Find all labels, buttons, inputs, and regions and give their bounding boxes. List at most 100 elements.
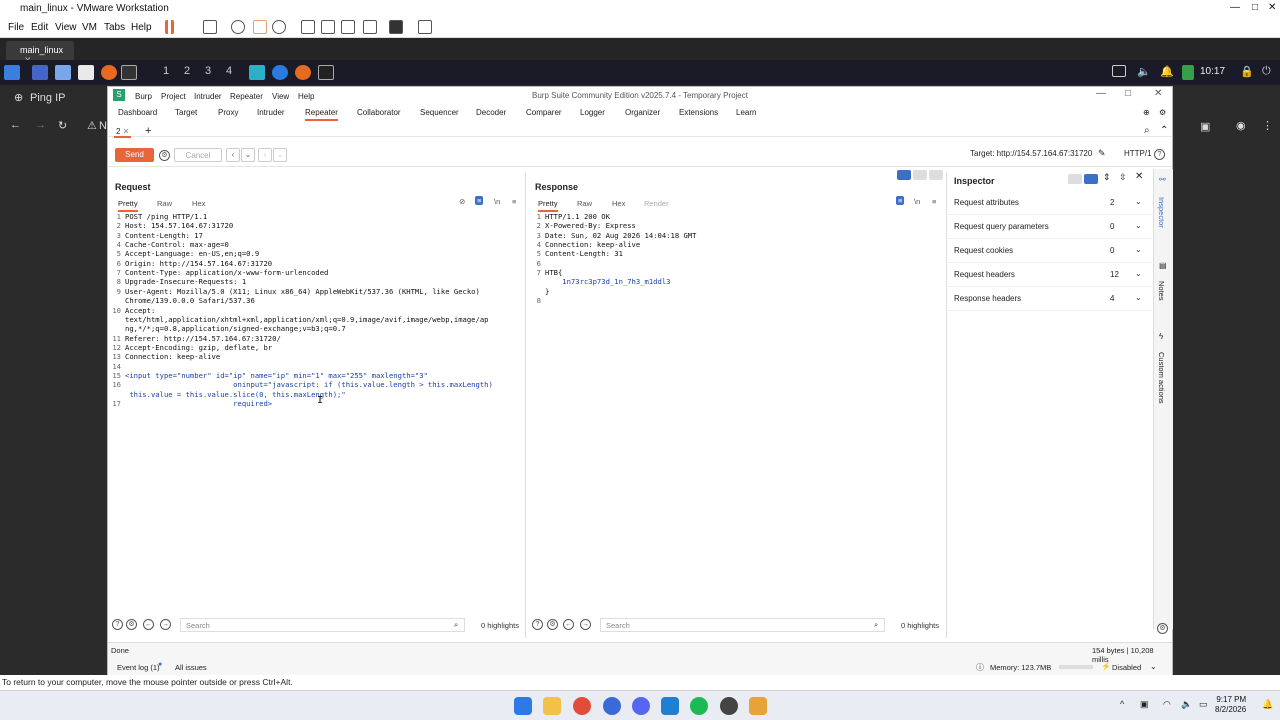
terminal-task-icon[interactable] bbox=[318, 65, 334, 80]
chromium-icon[interactable] bbox=[272, 65, 288, 80]
text-editor-icon[interactable] bbox=[78, 65, 94, 80]
response-menu-icon[interactable]: ≡ bbox=[932, 197, 936, 206]
burp-menu-intruder[interactable]: Intruder bbox=[194, 92, 222, 101]
back-history-icon[interactable]: ‹ bbox=[226, 148, 240, 162]
inspector-row[interactable]: Response headers 4 ⌄ bbox=[948, 287, 1152, 311]
menu-edit[interactable]: Edit bbox=[31, 22, 48, 33]
tool-proxy[interactable]: Proxy bbox=[218, 108, 238, 117]
vm-tab-main-linux[interactable]: main_linux ✕ bbox=[6, 41, 74, 65]
menu-file[interactable]: File bbox=[8, 22, 24, 33]
lock-icon[interactable]: 🔒 bbox=[1240, 65, 1254, 78]
tool-sequencer[interactable]: Sequencer bbox=[420, 108, 459, 117]
vscode-icon[interactable] bbox=[661, 697, 679, 715]
cancel-button[interactable]: Cancel bbox=[174, 148, 222, 162]
globe-settings-icon[interactable]: ⊕ bbox=[1143, 108, 1150, 117]
request-prev-icon[interactable]: ← bbox=[143, 619, 154, 630]
pause-icon[interactable] bbox=[165, 20, 174, 34]
response-prev-icon[interactable]: ← bbox=[563, 619, 574, 630]
chevron-down-icon[interactable]: ⌄ bbox=[1135, 197, 1142, 206]
tool-decoder[interactable]: Decoder bbox=[476, 108, 506, 117]
battery-tray-icon[interactable]: ▭ bbox=[1199, 699, 1208, 710]
sidebar-toggle-icon[interactable] bbox=[301, 20, 315, 34]
response-search-input[interactable]: Search bbox=[600, 618, 885, 632]
tool-intruder[interactable]: Intruder bbox=[257, 108, 285, 117]
event-log[interactable]: Event log (1) bbox=[117, 663, 160, 672]
disabled-dropdown-icon[interactable]: ⌄ bbox=[1150, 662, 1157, 671]
close-repeater-tab-icon[interactable]: ✕ bbox=[123, 127, 130, 136]
menu-vm[interactable]: VM bbox=[82, 22, 97, 33]
burp-menu-help[interactable]: Help bbox=[298, 92, 314, 101]
send-keys-icon[interactable] bbox=[203, 20, 217, 34]
files-icon[interactable] bbox=[55, 65, 71, 80]
menu-tabs[interactable]: Tabs bbox=[104, 22, 125, 33]
forward-history-icon[interactable]: › bbox=[258, 148, 272, 162]
workspace-1[interactable]: 1 bbox=[163, 65, 169, 77]
inspector-row[interactable]: Request cookies 0 ⌄ bbox=[948, 239, 1152, 263]
burp-maximize-icon[interactable]: □ bbox=[1125, 88, 1131, 99]
side-tab-inspector[interactable]: Inspector bbox=[1157, 197, 1166, 228]
burp-close-icon[interactable]: ✕ bbox=[1154, 88, 1162, 99]
workspace-3[interactable]: 3 bbox=[205, 65, 211, 77]
hide-icon[interactable]: ⊘ bbox=[459, 197, 465, 206]
desktop-icon[interactable] bbox=[32, 65, 48, 80]
inspector-layout-icon[interactable] bbox=[1068, 174, 1082, 184]
send-settings-icon[interactable]: ⚙ bbox=[159, 150, 170, 161]
console-icon[interactable] bbox=[389, 20, 403, 34]
response-tab-hex[interactable]: Hex bbox=[612, 199, 625, 208]
firefox-icon[interactable] bbox=[101, 65, 117, 80]
inspector-layout2-icon[interactable] bbox=[1084, 174, 1098, 184]
inspector-row[interactable]: Request query parameters 0 ⌄ bbox=[948, 215, 1152, 239]
tool-learn[interactable]: Learn bbox=[736, 108, 756, 117]
collapse-all-icon[interactable]: ⇳ bbox=[1119, 172, 1127, 183]
request-next-icon[interactable]: → bbox=[160, 619, 171, 630]
power-icon[interactable]: ⏻ bbox=[1262, 65, 1271, 78]
repeater-tab-2[interactable]: 2 ✕ bbox=[114, 127, 132, 138]
request-help-icon[interactable]: ? bbox=[112, 619, 123, 630]
taskbar-clock[interactable]: 9:17 PM 8/2/2026 bbox=[1215, 695, 1246, 715]
response-wrap-icon[interactable]: ≡ bbox=[896, 196, 905, 205]
tool-collaborator[interactable]: Collaborator bbox=[357, 108, 401, 117]
custom-actions-icon[interactable]: ϟ bbox=[1159, 332, 1163, 341]
request-search-input[interactable]: Search bbox=[180, 618, 465, 632]
search-tabs-icon[interactable]: ⌕ bbox=[1144, 125, 1150, 136]
notification-center-icon[interactable]: 🔔 bbox=[1262, 699, 1273, 710]
wrap-toggle-icon[interactable]: ≡ bbox=[475, 196, 484, 205]
request-tab-hex[interactable]: Hex bbox=[192, 199, 205, 208]
more-icon[interactable]: ⋮ bbox=[1262, 119, 1273, 132]
tray-chevron-icon[interactable]: ^ bbox=[1120, 699, 1124, 709]
expand-all-icon[interactable]: ⇕ bbox=[1103, 172, 1111, 183]
inspector-row[interactable]: Request headers 12 ⌄ bbox=[948, 263, 1152, 287]
menu-view[interactable]: View bbox=[55, 22, 77, 33]
send-button[interactable]: Send bbox=[115, 148, 154, 162]
disabled-label[interactable]: Disabled bbox=[1112, 663, 1141, 672]
unity-icon[interactable] bbox=[363, 20, 377, 34]
tool-organizer[interactable]: Organizer bbox=[625, 108, 660, 117]
request-tab-pretty[interactable]: Pretty bbox=[118, 199, 138, 212]
volume-icon[interactable]: 🔈 bbox=[1137, 65, 1151, 78]
tool-logger[interactable]: Logger bbox=[580, 108, 605, 117]
add-tab-icon[interactable]: + bbox=[145, 125, 151, 137]
discord-icon[interactable] bbox=[632, 697, 650, 715]
tool-comparer[interactable]: Comparer bbox=[526, 108, 562, 117]
steam-icon[interactable] bbox=[720, 697, 738, 715]
request-menu-icon[interactable]: ≡ bbox=[512, 197, 516, 206]
response-search-settings-icon[interactable]: ⚙ bbox=[547, 619, 558, 630]
tool-extensions[interactable]: Extensions bbox=[679, 108, 718, 117]
display-icon[interactable] bbox=[1112, 65, 1126, 77]
http-version[interactable]: HTTP/1 bbox=[1124, 149, 1152, 158]
stretch-icon[interactable] bbox=[418, 20, 432, 34]
burp-taskbar-icon[interactable] bbox=[249, 65, 265, 80]
screenshot-icon[interactable]: ▣ bbox=[1200, 120, 1210, 133]
all-issues[interactable]: All issues bbox=[175, 663, 207, 672]
battery-icon[interactable] bbox=[1182, 65, 1194, 80]
terminal-icon[interactable] bbox=[121, 65, 137, 80]
chevron-down-icon[interactable]: ⌄ bbox=[1135, 245, 1142, 254]
burp-menu-view[interactable]: View bbox=[272, 92, 289, 101]
zoom-icon[interactable] bbox=[603, 697, 621, 715]
response-tab-render[interactable]: Render bbox=[644, 199, 669, 208]
firefox-task-icon[interactable] bbox=[295, 65, 311, 80]
chevron-down-icon[interactable]: ⌄ bbox=[1135, 221, 1142, 230]
speaker-icon[interactable]: 🔈 bbox=[1181, 699, 1192, 710]
chevron-down-icon[interactable]: ⌄ bbox=[1135, 269, 1142, 278]
response-tab-raw[interactable]: Raw bbox=[577, 199, 592, 208]
